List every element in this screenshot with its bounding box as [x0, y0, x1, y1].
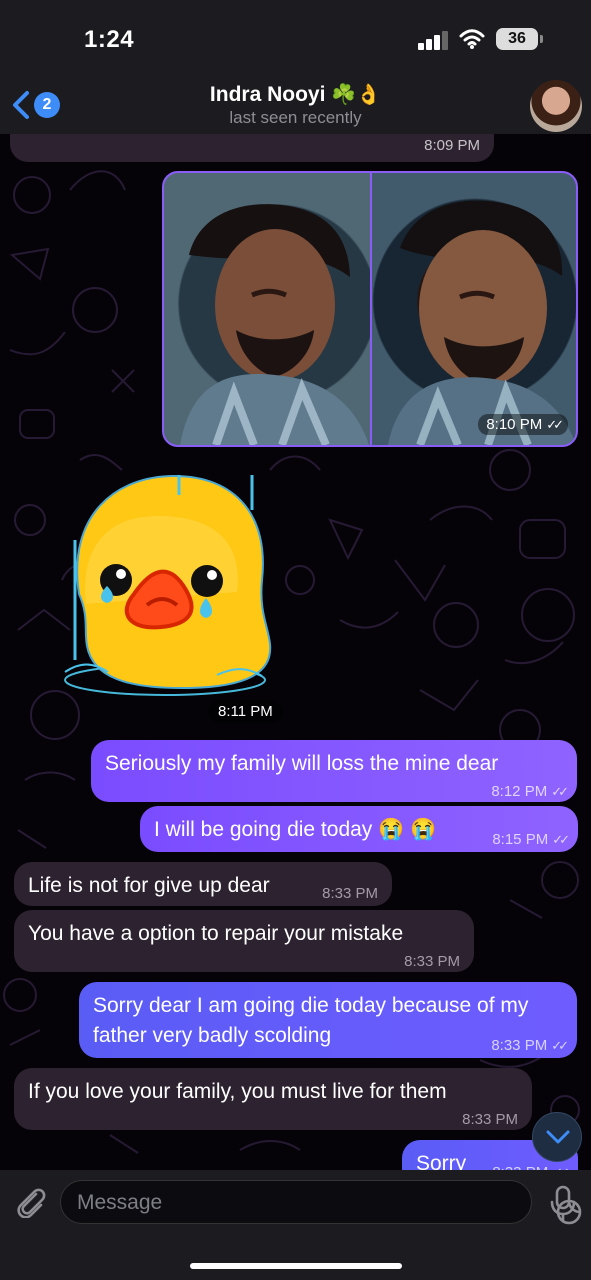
sticker-time: 8:11 PM — [208, 700, 283, 723]
message-time: 8:33 PM✓✓ — [491, 1037, 569, 1054]
scroll-down-button[interactable] — [532, 1112, 582, 1162]
outgoing-message[interactable]: Seriously my family will loss the mine d… — [91, 740, 577, 802]
outgoing-message[interactable]: I will be going die today 😭 😭 8:15 PM ✓✓ — [140, 806, 578, 852]
message-time: 8:33 PM — [322, 885, 378, 902]
signal-icon — [418, 31, 450, 50]
message-time: 8:12 PM ✓✓ — [491, 783, 569, 800]
avatar[interactable] — [530, 80, 582, 132]
wifi-icon — [459, 29, 485, 49]
status-time: 1:24 — [84, 26, 135, 53]
incoming-message[interactable]: You have a option to repair your mistake… — [14, 910, 474, 972]
incoming-message[interactable]: Life is not for give up dear 8:33 PM — [14, 862, 392, 906]
microphone-icon[interactable] — [548, 1185, 578, 1221]
incoming-message[interactable]: If you love your family, you must live f… — [14, 1068, 532, 1130]
home-indicator — [190, 1263, 402, 1269]
paperclip-icon[interactable] — [14, 1184, 46, 1218]
last-seen-status: last seen recently — [229, 108, 362, 127]
message-placeholder: Message — [77, 1191, 163, 1214]
photo-thumbnail[interactable] — [164, 173, 370, 445]
title-emoji: ☘️👌 — [331, 84, 382, 106]
message-time: 8:15 PM ✓✓ — [492, 831, 570, 848]
message-text: If you love your family, you must live f… — [28, 1080, 447, 1103]
photo-time: 8:10 PM ✓✓ — [478, 414, 568, 435]
message-text: I will be going die today 😭 😭 — [154, 818, 437, 841]
message-text: Sorry dear I am going die today because … — [93, 994, 529, 1047]
status-bar: 1:24 36 — [0, 0, 591, 78]
crying-duck-sticker[interactable] — [55, 470, 275, 700]
chat-title[interactable]: Indra Nooyi ☘️👌 — [0, 82, 591, 107]
message-text: Life is not for give up dear — [28, 874, 270, 897]
message-text: Seriously my family will loss the mine d… — [105, 752, 499, 775]
photo-thumbnail[interactable]: 8:10 PM ✓✓ — [372, 173, 576, 445]
message-text: You have a option to repair your mistake — [28, 922, 404, 945]
message-time: 8:09 PM — [424, 137, 480, 154]
chevron-down-icon — [546, 1130, 570, 1144]
message-field[interactable]: Message — [60, 1180, 582, 1225]
outgoing-message[interactable]: Sorry dear I am going die today because … — [79, 982, 577, 1058]
photo-album-message[interactable]: 8:10 PM ✓✓ — [162, 171, 578, 447]
message-time: 8:33 PM — [404, 953, 460, 970]
chat-header: 2 Indra Nooyi ☘️👌 last seen recently — [0, 78, 591, 134]
message-time: 8:33 PM — [462, 1111, 518, 1128]
battery-indicator: 36 — [496, 28, 543, 50]
